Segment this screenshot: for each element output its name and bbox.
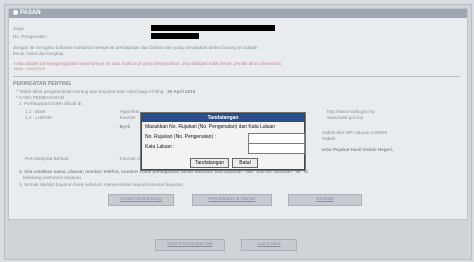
sabah-text: Sabah dan WP Labuan LHDNM [322, 130, 388, 135]
bank-text: - Hyperlink [117, 109, 139, 114]
lhdnm-text: - Kaunter [117, 115, 136, 120]
pos-label: Pos Malaysia Berhad [25, 156, 69, 161]
redacted-name [151, 25, 275, 31]
declaration-text-2: benar, betul dan lengkap. [13, 51, 65, 56]
back-button[interactable]: Kembali [288, 194, 362, 206]
deadline-date: 30 April 2016 [167, 89, 196, 94]
dialog-title: Tandatangan [142, 114, 304, 122]
back-label: Kembali [316, 197, 334, 202]
redacted-id [151, 33, 199, 39]
logout-label: Log Keluar [257, 242, 281, 247]
salutation: Saya, [13, 26, 25, 31]
print-form-button[interactable]: Cetak Hasil Borang [108, 194, 174, 206]
be-notes-label: Nota Penerangan BE [167, 242, 213, 247]
register-submit-label: Pendaftaran & Hantar [208, 197, 256, 202]
sabah-text-2: Sabah [322, 136, 336, 141]
bank-label: 1.1 : Bank [25, 109, 46, 114]
logout-button[interactable]: Log Keluar [241, 239, 297, 251]
hasil-link-2[interactable]: www.hasil.gov.my [327, 115, 363, 120]
panel-title: PASAN [20, 10, 41, 16]
date-text: Tarikh : 11/03/2016 [13, 67, 46, 71]
bullet-icon [13, 10, 18, 15]
cancel-button[interactable]: Batal [232, 158, 258, 168]
byrh-text: - Byrh [117, 124, 131, 129]
id-label: No. Pengenalan : [13, 34, 49, 39]
password-label: Kata Laluan : [145, 144, 175, 150]
deadline-note: * Tarikh akhir pengemukaan borang dan ba… [16, 89, 195, 94]
lhdnm-label: 1.2 : LHDNM [25, 115, 52, 120]
instruction-3: 3. Semak slip/slip bayaran bank sebelum … [19, 182, 184, 187]
instruction-2b: belakang instrumen bayaran. [23, 175, 83, 180]
register-submit-button[interactable]: Pendaftaran & Hantar [192, 194, 272, 206]
declaration-text-1: dengan ini mengaku bahawa maklumat menge… [13, 45, 258, 50]
password-input[interactable] [248, 143, 305, 154]
divider [13, 76, 461, 77]
dialog-prompt: Masukkan No. Rujukan (No. Pengenalan) da… [145, 124, 276, 130]
dialog-body: Masukkan No. Rujukan (No. Pengenalan) da… [142, 122, 305, 169]
payment-places: 1. Pembayaran boleh dibuat di : [19, 101, 84, 106]
office-text: ertai Pejabat Hasil Dalam Negeri, [322, 147, 394, 152]
deadline-label: * Tarikh akhir pengemukaan borang dan ba… [16, 89, 168, 94]
hasil-link-1[interactable]: http://www.hasil.gov.my [327, 109, 375, 114]
reference-label: No. Rujukan (No. Pengenalan) : [145, 134, 216, 140]
signature-dialog: Tandatangan Masukkan No. Rujukan (No. Pe… [141, 113, 305, 170]
warning-text: Anda adalah bertanggungjawab sepenuhnya … [13, 61, 283, 66]
sign-button[interactable]: Tandatangan [190, 158, 229, 168]
notes-title: PERINGATAN PENTING [13, 81, 72, 87]
be-notes-button[interactable]: Nota Penerangan BE [155, 239, 225, 251]
print-form-label: Cetak Hasil Borang [120, 197, 162, 202]
panel-header: PASAN [9, 9, 467, 18]
payment-heading: * CARA PEMBAYARAN [16, 95, 65, 100]
